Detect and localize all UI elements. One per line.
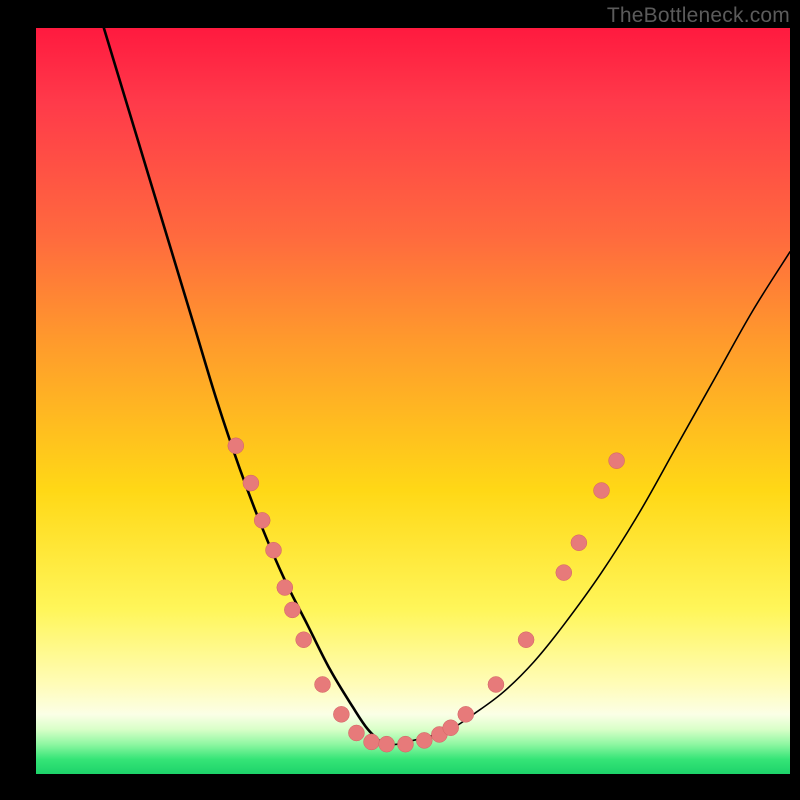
plot-area [36,28,790,774]
data-marker [266,542,282,558]
data-marker [243,475,259,491]
data-marker [443,720,459,736]
watermark-text: TheBottleneck.com [607,4,790,28]
marker-group [228,438,625,752]
data-marker [348,725,364,741]
data-marker [594,483,610,499]
data-marker [364,734,380,750]
curve-group [104,28,790,744]
curve-svg [36,28,790,774]
data-marker [458,706,474,722]
data-marker [609,453,625,469]
data-marker [397,736,413,752]
data-marker [296,632,312,648]
chart-frame: TheBottleneck.com [0,0,800,800]
curve-left-branch [104,28,383,744]
data-marker [315,676,331,692]
data-marker [277,580,293,596]
data-marker [488,676,504,692]
curve-right-branch [383,252,790,745]
data-marker [333,706,349,722]
data-marker [416,732,432,748]
data-marker [284,602,300,618]
data-marker [379,736,395,752]
data-marker [571,535,587,551]
data-marker [518,632,534,648]
data-marker [228,438,244,454]
data-marker [556,565,572,581]
data-marker [254,512,270,528]
